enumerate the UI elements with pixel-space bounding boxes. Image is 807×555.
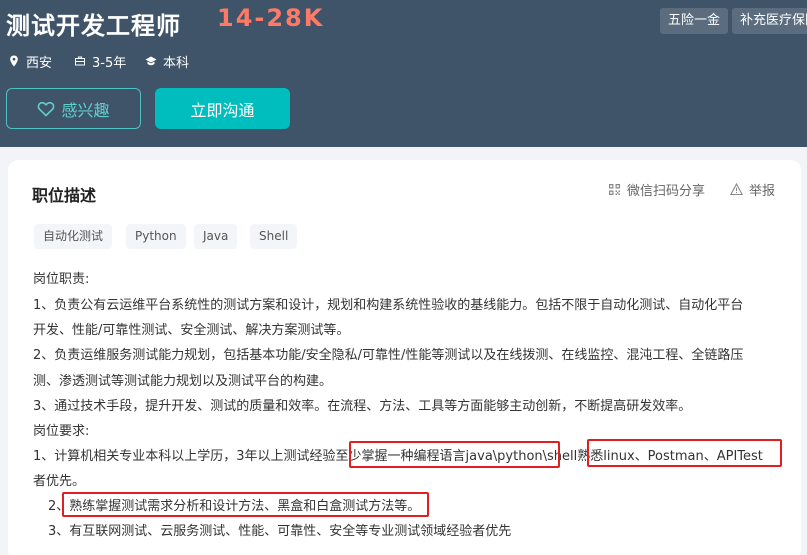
qrcode-icon (609, 184, 620, 195)
job-city: 西安 (8, 51, 52, 71)
description-line: 1、负责公有云运维平台系统性的测试方案和设计，规划和构建系统性验收的基线能力。包… (33, 298, 744, 313)
skill-tag[interactable]: Python (126, 224, 186, 249)
description-line: 3、通过技术手段，提升开发、测试的质量和效率。在流程、方法、工具等方面能够主动创… (33, 399, 692, 414)
briefcase-icon (75, 56, 85, 66)
heart-icon (38, 101, 55, 117)
share-label: 微信扫码分享 (627, 184, 706, 199)
skill-tag[interactable]: Shell (250, 224, 298, 249)
description-line: 3、有互联网测试、云服务测试、性能、可靠性、安全等专业测试领域经验者优先 (48, 524, 512, 539)
job-education: 本科 (145, 51, 189, 71)
skill-tag[interactable]: 自动化测试 (34, 224, 113, 249)
benefit-tag: 补充医疗保险 (732, 8, 807, 34)
chat-now-button-label: 立即沟通 (190, 100, 255, 120)
job-experience-label: 3-5年 (92, 55, 127, 71)
job-education-label: 本科 (163, 55, 190, 71)
highlight-box (349, 441, 560, 468)
highlight-box (62, 492, 429, 517)
interest-button[interactable]: 感兴趣 (6, 88, 141, 129)
job-title: 测试开发工程师 (6, 12, 181, 40)
description-line: 测、渗透测试等测试能力规划以及测试平台的构建。 (33, 374, 333, 389)
wechat-share-button[interactable]: 微信扫码分享 (608, 180, 705, 199)
description-line: 者优先。 (33, 474, 86, 489)
warning-icon (730, 183, 743, 196)
description-line: 岗位要求: (33, 424, 90, 439)
benefit-tag: 五险一金 (660, 8, 729, 34)
skill-tag[interactable]: Java (194, 224, 238, 249)
chat-now-button[interactable]: 立即沟通 (155, 88, 290, 129)
job-experience: 3-5年 (74, 51, 126, 71)
interest-button-label: 感兴趣 (61, 100, 110, 120)
description-line: 开发、性能/可靠性测试、安全测试、解决方案测试等。 (33, 323, 350, 338)
job-city-label: 西安 (26, 55, 53, 71)
graduation-cap-icon (145, 56, 157, 66)
description-line: 2、负责运维服务测试能力规划，包括基本功能/安全隐私/可靠性/性能等测试以及在线… (33, 348, 744, 363)
description-line: 岗位职责: (33, 272, 90, 287)
section-title: 职位描述 (32, 186, 97, 205)
salary: 14-28K (217, 4, 325, 32)
highlight-box (587, 439, 782, 467)
location-pin-icon (10, 55, 18, 67)
report-label: 举报 (749, 184, 776, 199)
report-button[interactable]: 举报 (730, 180, 775, 199)
